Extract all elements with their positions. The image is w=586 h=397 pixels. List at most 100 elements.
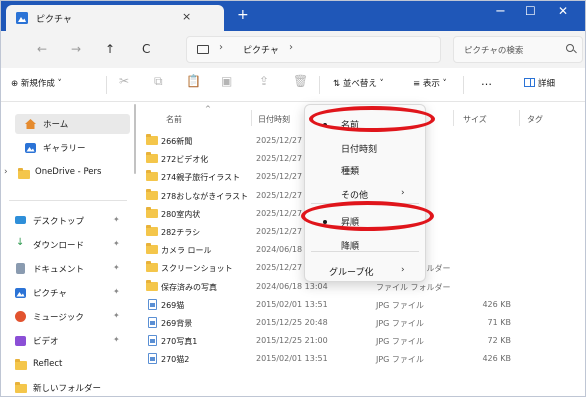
videos-icon [15, 336, 26, 346]
chevron-right-icon[interactable]: › [4, 167, 8, 177]
tab-pictures[interactable]: ピクチャ × [6, 5, 224, 31]
maximize-button[interactable]: ☐ [525, 4, 536, 18]
file-date: 2025/12/27 2 [256, 190, 310, 200]
file-size: 426 KB [482, 354, 511, 364]
music-icon [15, 311, 26, 322]
file-name: 270猫2 [161, 355, 190, 365]
pin-icon: ✦ [113, 287, 120, 296]
image-file-icon [148, 298, 157, 310]
breadcrumb-separator: › [289, 42, 293, 53]
sidebar-item-label: ドキュメント [33, 265, 85, 275]
file-name: 278おしながきイラスト [161, 191, 249, 201]
column-header-date[interactable]: 日付時刻 [258, 114, 290, 125]
sort-context-menu: 名前 日付時刻 種類 その他 › 昇順降順グループ化 › [304, 104, 426, 282]
column-header-tag[interactable]: タグ [527, 114, 543, 125]
minimize-button[interactable]: − [495, 4, 506, 19]
table-row[interactable]: 269背景 2015/12/25 20:48 JPG ファイル 71 KB [141, 314, 585, 332]
address-field[interactable]: › ピクチャ › [186, 36, 441, 63]
column-divider[interactable] [453, 110, 454, 126]
rename-icon[interactable]: ▣ [221, 74, 232, 88]
sidebar-item-home[interactable]: ホーム [15, 114, 130, 134]
share-icon[interactable]: ⇪ [259, 74, 269, 88]
new-button[interactable]: ⊕ 新規作成 ˅ [11, 77, 62, 89]
title-bar: ピクチャ × + − ☐ ✕ [1, 1, 585, 31]
sidebar-item-downloads[interactable]: ↓ ダウンロード ✦ [1, 235, 133, 255]
sidebar-item-gallery[interactable]: ギャラリー [1, 138, 133, 158]
folder-icon [146, 134, 158, 145]
cut-icon[interactable]: ✂ [119, 74, 129, 88]
delete-icon[interactable]: 🗑 [293, 74, 308, 88]
menu-item-more[interactable]: その他 › [305, 183, 425, 205]
copy-icon[interactable]: ⧉ [154, 74, 163, 89]
file-date: 2024/06/18 13:04 [256, 281, 328, 291]
column-header-name[interactable]: 名前 [166, 114, 182, 125]
sidebar-item-label: ビデオ [33, 337, 59, 347]
file-date: 2025/12/27 2 [256, 172, 310, 182]
file-name: 280室内状 [161, 209, 201, 219]
file-size: 426 KB [482, 299, 511, 309]
column-header-size[interactable]: サイズ [463, 114, 487, 125]
column-divider[interactable] [251, 110, 252, 126]
folder-icon [146, 225, 158, 236]
close-tab-button[interactable]: × [182, 10, 191, 23]
menu-item-descending[interactable]: 降順 [305, 234, 425, 256]
sidebar-divider [9, 200, 127, 201]
more-options-button[interactable]: … [481, 75, 492, 88]
file-date: 2015/02/01 13:51 [256, 354, 328, 364]
menu-item-type[interactable]: 種類 [305, 159, 425, 181]
chevron-right-icon: › [401, 188, 405, 198]
pin-icon: ✦ [113, 263, 120, 272]
table-row[interactable]: 270写真1 2015/12/25 21:00 JPG ファイル 72 KB [141, 332, 585, 350]
details-pane-button[interactable]: 詳細 [524, 77, 555, 89]
monitor-icon [197, 45, 209, 54]
sidebar-item-desktop[interactable]: デスクトップ ✦ [1, 211, 133, 231]
menu-item-group-by[interactable]: グループ化 › [305, 260, 425, 282]
view-button[interactable]: ≡ 表示 ˅ [413, 77, 447, 89]
close-window-button[interactable]: ✕ [558, 4, 568, 18]
sort-button[interactable]: ⇅ 並べ替え ˅ [333, 77, 384, 89]
sidebar-item-reflect[interactable]: Reflect [1, 355, 133, 375]
refresh-button[interactable]: C [142, 42, 150, 56]
menu-item-datetime[interactable]: 日付時刻 [305, 137, 425, 159]
image-file-icon [148, 335, 157, 347]
download-icon: ↓ [16, 237, 25, 248]
forward-button[interactable]: → [71, 42, 81, 56]
folder-icon [146, 152, 158, 164]
file-name: 269猫 [161, 300, 185, 310]
file-date: 2025/12/27 2 [256, 227, 310, 236]
breadcrumb-pictures[interactable]: ピクチャ [243, 43, 279, 56]
new-tab-button[interactable]: + [237, 7, 249, 23]
sidebar-item-onedrive[interactable]: › OneDrive - Pers [1, 163, 133, 183]
file-type: ファイル フォルダー [376, 282, 451, 292]
folder-icon [146, 206, 158, 218]
onedrive-icon [18, 168, 30, 179]
file-name: 270写真1 [161, 337, 198, 347]
file-name: 272ビデオ化 [161, 155, 209, 165]
sidebar-item-label: ピクチャ [33, 289, 67, 299]
paste-icon[interactable]: 📋 [186, 74, 201, 88]
sidebar-item-pictures[interactable]: ピクチャ ✦ [1, 283, 133, 303]
checked-dot-icon [323, 220, 327, 224]
documents-icon [16, 263, 25, 274]
table-row[interactable]: 270猫2 2015/02/01 13:51 JPG ファイル 426 KB [141, 350, 585, 368]
file-date: 2025/12/27 2 [256, 136, 310, 145]
menu-item-ascending[interactable]: 昇順 [305, 210, 425, 232]
column-divider[interactable] [519, 110, 520, 126]
sidebar-item-new-folder[interactable]: 新しいフォルダー [1, 378, 133, 396]
file-name: 269背景 [161, 319, 193, 328]
address-bar-row: ← → ↑ C › ピクチャ › ピクチャの検索 [1, 31, 585, 68]
sidebar-item-documents[interactable]: ドキュメント ✦ [1, 259, 133, 279]
sidebar-scrollbar[interactable] [134, 104, 136, 174]
file-date: 2024/06/18 1 [256, 245, 310, 255]
menu-item-label: 昇順 [341, 218, 360, 228]
file-size: 72 KB [487, 336, 511, 346]
back-button[interactable]: ← [37, 42, 47, 56]
sidebar-item-label: ギャラリー [43, 144, 86, 154]
search-input[interactable]: ピクチャの検索 [453, 36, 583, 63]
up-button[interactable]: ↑ [105, 42, 115, 56]
file-name: スクリーンショット [161, 264, 233, 274]
table-row[interactable]: 269猫 2015/02/01 13:51 JPG ファイル 426 KB [141, 296, 585, 314]
menu-item-name[interactable]: 名前 [305, 113, 425, 135]
sidebar-item-videos[interactable]: ビデオ ✦ [1, 331, 133, 351]
sidebar-item-music[interactable]: ミュージック ✦ [1, 307, 133, 327]
